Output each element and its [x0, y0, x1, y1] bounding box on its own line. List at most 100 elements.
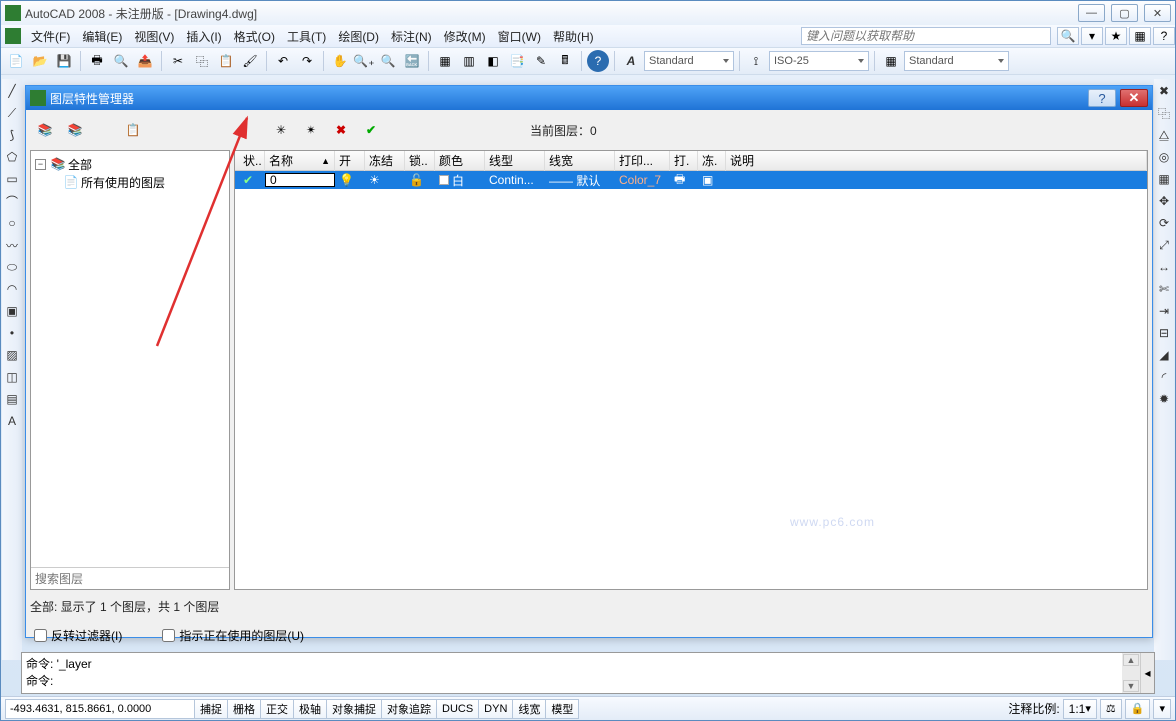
col-color[interactable]: 颜色 [435, 151, 485, 171]
row-freeze[interactable]: ☀ [365, 171, 405, 189]
table-style-icon[interactable]: ▦ [880, 50, 902, 72]
help-tb-icon[interactable]: ? [587, 50, 609, 72]
grid-toggle[interactable]: 栅格 [227, 699, 261, 719]
search-layer-input[interactable] [31, 569, 229, 589]
polygon-icon[interactable]: ⬠ [4, 149, 20, 165]
pan-icon[interactable]: ✋ [329, 50, 351, 72]
new-layer-icon[interactable]: ✳ [270, 119, 292, 141]
col-on[interactable]: 开 [335, 151, 365, 171]
offset-icon[interactable]: ◎ [1156, 149, 1172, 165]
snap-toggle[interactable]: 捕捉 [194, 699, 228, 719]
tree-root[interactable]: − 📚 全部 [35, 155, 225, 173]
copy-obj-icon[interactable]: ⿻ [1156, 105, 1172, 121]
delete-layer-icon[interactable]: ✖ [330, 119, 352, 141]
coordinate-display[interactable]: -493.4631, 815.8661, 0.0000 [5, 699, 195, 719]
hatch-icon[interactable]: ▨ [4, 347, 20, 363]
dialog-help-button[interactable]: ? [1088, 89, 1116, 107]
dim-style-select[interactable]: ISO-25 [769, 51, 869, 71]
xline-icon[interactable]: ⟋ [4, 105, 20, 121]
trim-icon[interactable]: ✄ [1156, 281, 1172, 297]
menu-edit[interactable]: 编辑(E) [76, 26, 128, 47]
ducs-toggle[interactable]: DUCS [436, 699, 479, 719]
dyn-toggle[interactable]: DYN [478, 699, 513, 719]
command-window[interactable]: 命令: '_layer 命令: ▲ ▼ ◂ [21, 652, 1155, 694]
row-description[interactable] [726, 171, 1147, 189]
menu-help[interactable]: 帮助(H) [547, 26, 600, 47]
stretch-icon[interactable]: ↔ [1156, 259, 1172, 275]
col-status[interactable]: 状.. [239, 151, 265, 171]
move-icon[interactable]: ✥ [1156, 193, 1172, 209]
maximize-button[interactable]: ▢ [1111, 4, 1138, 22]
close-button[interactable]: ✕ [1144, 4, 1171, 22]
table-icon[interactable]: ▤ [4, 391, 20, 407]
menu-insert[interactable]: 插入(I) [180, 26, 227, 47]
status-tray-icon[interactable]: ▾ [1153, 699, 1171, 719]
region-icon[interactable]: ◫ [4, 369, 20, 385]
zoom-rt-icon[interactable]: 🔍₊ [353, 50, 375, 72]
paste-icon[interactable]: 📋 [215, 50, 237, 72]
table-style-select[interactable]: Standard [904, 51, 1009, 71]
ellipse-icon[interactable]: ⬭ [4, 259, 20, 275]
otrack-toggle[interactable]: 对象追踪 [381, 699, 437, 719]
col-freeze[interactable]: 冻结 [365, 151, 405, 171]
col-lineweight[interactable]: 线宽 [545, 151, 615, 171]
zoom-win-icon[interactable]: 🔍 [377, 50, 399, 72]
dialog-close-button[interactable]: ✕ [1120, 89, 1148, 107]
polar-toggle[interactable]: 极轴 [293, 699, 327, 719]
properties-icon[interactable]: ▦ [434, 50, 456, 72]
rect-icon[interactable]: ▭ [4, 171, 20, 187]
fillet-icon[interactable]: ◜ [1156, 369, 1172, 385]
row-plot[interactable]: 🖶 [670, 171, 698, 189]
new-icon[interactable]: 📄 [5, 50, 27, 72]
circle-icon[interactable]: ○ [4, 215, 20, 231]
redo-icon[interactable]: ↷ [296, 50, 318, 72]
col-name[interactable]: 名称▲ [265, 151, 335, 171]
array-icon[interactable]: ▦ [1156, 171, 1172, 187]
help-icon[interactable]: ? [1153, 27, 1175, 45]
menu-view[interactable]: 视图(V) [128, 26, 180, 47]
favorite-icon[interactable]: ★ [1105, 27, 1127, 45]
col-plotstyle[interactable]: 打印... [615, 151, 670, 171]
anno-auto-icon[interactable]: 🔒 [1125, 699, 1151, 719]
collapse-icon[interactable]: − [35, 159, 46, 170]
match-icon[interactable]: 🖌 [239, 50, 261, 72]
point-icon[interactable]: • [4, 325, 20, 341]
copy-icon[interactable]: ⿻ [191, 50, 213, 72]
cmd-chevron-icon[interactable]: ◂ [1140, 653, 1154, 693]
pline-icon[interactable]: ⟆ [4, 127, 20, 143]
indicate-used-checkbox[interactable]: 指示正在使用的图层(U) [162, 627, 304, 644]
anno-vis-icon[interactable]: ⚖ [1100, 699, 1122, 719]
search-dropdown-icon[interactable]: ▾ [1081, 27, 1103, 45]
menu-format[interactable]: 格式(O) [228, 26, 281, 47]
scale-icon[interactable]: ⤢ [1156, 237, 1172, 253]
sheetset-icon[interactable]: 📑 [506, 50, 528, 72]
preview-icon[interactable]: 🔍 [110, 50, 132, 72]
print-icon[interactable]: 🖶 [86, 50, 108, 72]
lwt-toggle[interactable]: 线宽 [512, 699, 546, 719]
calc-icon[interactable]: 🖩 [554, 50, 576, 72]
anno-scale-select[interactable]: 1:1 ▾ [1063, 699, 1097, 719]
designcenter-icon[interactable]: ▥ [458, 50, 480, 72]
cmd-scrollbar[interactable]: ▲ ▼ [1122, 653, 1140, 693]
new-filter-icon[interactable]: 📚 [34, 119, 56, 141]
set-current-icon[interactable]: ✔ [360, 119, 382, 141]
spline-icon[interactable]: 〰 [4, 237, 20, 253]
row-lineweight[interactable]: —— 默认 [545, 171, 615, 189]
mirror-icon[interactable]: ⧋ [1156, 127, 1172, 143]
row-lock[interactable]: 🔓 [405, 171, 435, 189]
search-icon[interactable]: 🔍 [1057, 27, 1079, 45]
menu-window[interactable]: 窗口(W) [492, 26, 547, 47]
row-plotstyle[interactable]: Color_7 [615, 171, 670, 189]
open-icon[interactable]: 📂 [29, 50, 51, 72]
help-search-input[interactable] [801, 27, 1051, 45]
layer-row[interactable]: ✔ 0 💡 ☀ 🔓 白 Contin... —— 默认 Color_7 🖶 ▣ [235, 171, 1147, 189]
layer-states-icon[interactable]: 📋 [122, 119, 144, 141]
break-icon[interactable]: ⊟ [1156, 325, 1172, 341]
menu-tools[interactable]: 工具(T) [281, 26, 332, 47]
cut-icon[interactable]: ✂ [167, 50, 189, 72]
text-style-select[interactable]: Standard [644, 51, 734, 71]
col-plot[interactable]: 打. [670, 151, 698, 171]
arc-icon[interactable]: ⌒ [4, 193, 20, 209]
osnap-toggle[interactable]: 对象捕捉 [326, 699, 382, 719]
publish-icon[interactable]: 📤 [134, 50, 156, 72]
